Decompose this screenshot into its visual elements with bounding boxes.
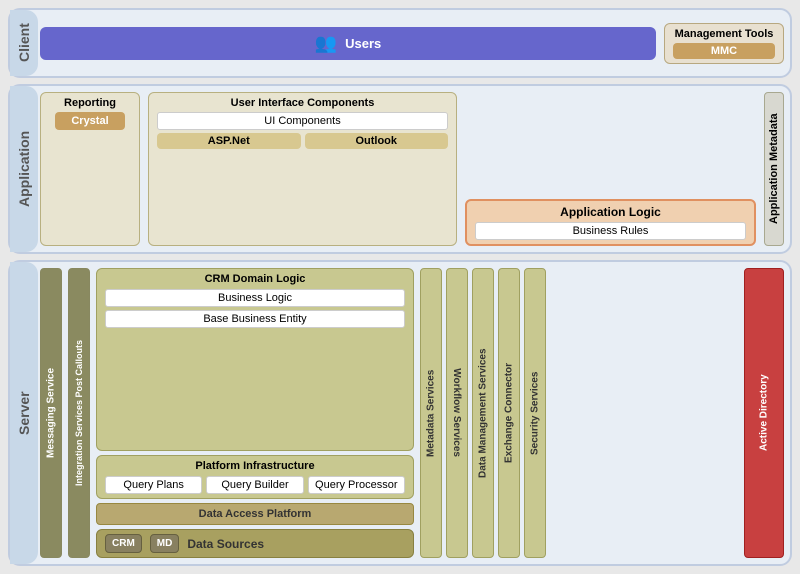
server-main: CRM Domain Logic Business Logic Base Bus… <box>96 268 414 558</box>
business-logic-row: Business Logic <box>105 289 405 307</box>
server-label: Server <box>10 262 38 564</box>
client-inner: 👥 Users Management Tools MMC <box>40 16 784 70</box>
data-access-box: Data Access Platform <box>96 503 414 525</box>
ui-components-box: User Interface Components UI Components … <box>148 92 457 246</box>
crm-domain-title: CRM Domain Logic <box>105 273 405 285</box>
users-label: Users <box>345 36 381 51</box>
integration-services: Integration Services Post Callouts <box>68 268 90 558</box>
application-label: Application <box>10 86 38 252</box>
workflow-services: Workflow Services <box>446 268 468 558</box>
reporting-title: Reporting <box>64 97 116 109</box>
app-logic-outer: Application Logic Business Rules <box>465 92 756 246</box>
query-processor: Query Processor <box>308 476 405 494</box>
platform-row: Query Plans Query Builder Query Processo… <box>105 476 405 494</box>
messaging-service: Messaging Service <box>40 268 62 558</box>
users-box: 👥 Users <box>40 27 656 60</box>
server-section: Server Messaging Service Integration Ser… <box>8 260 792 566</box>
app-metadata: Application Metadata <box>764 92 784 246</box>
ui-split-row: ASP.Net Outlook <box>157 133 448 149</box>
main-container: Client 👥 Users Management Tools MMC Appl… <box>0 0 800 574</box>
ui-components-row: UI Components <box>157 112 448 130</box>
ui-components-title: User Interface Components <box>157 97 448 109</box>
exchange-connector: Exchange Connector <box>498 268 520 558</box>
data-management-services: Data Management Services <box>472 268 494 558</box>
crystal-button[interactable]: Crystal <box>55 112 124 130</box>
users-icon: 👥 <box>315 33 337 54</box>
asp-net-label: ASP.Net <box>157 133 301 149</box>
platform-box: Platform Infrastructure Query Plans Quer… <box>96 455 414 499</box>
client-label: Client <box>10 10 38 76</box>
reporting-box: Reporting Crystal <box>40 92 140 246</box>
application-section: Application Reporting Crystal User Inter… <box>8 84 792 254</box>
md-badge: MD <box>150 534 180 553</box>
base-business-row: Base Business Entity <box>105 310 405 328</box>
outlook-label: Outlook <box>305 133 449 149</box>
crm-badge: CRM <box>105 534 142 553</box>
query-plans: Query Plans <box>105 476 202 494</box>
platform-title: Platform Infrastructure <box>105 460 405 472</box>
app-logic-box: Application Logic Business Rules <box>465 199 756 246</box>
management-tools-box: Management Tools MMC <box>664 23 784 64</box>
data-sources-box: CRM MD Data Sources <box>96 529 414 558</box>
management-tools-title: Management Tools <box>673 28 775 40</box>
right-verts: Metadata Services Workflow Services Data… <box>420 268 738 558</box>
metadata-services: Metadata Services <box>420 268 442 558</box>
crm-domain-box: CRM Domain Logic Business Logic Base Bus… <box>96 268 414 451</box>
client-section: Client 👥 Users Management Tools MMC <box>8 8 792 78</box>
app-logic-title: Application Logic <box>475 205 746 219</box>
query-builder: Query Builder <box>206 476 303 494</box>
data-sources-label: Data Sources <box>187 537 264 551</box>
active-directory: Active Directory <box>744 268 784 558</box>
app-inner: Reporting Crystal User Interface Compone… <box>40 92 784 246</box>
server-inner: Messaging Service Integration Services P… <box>40 268 784 558</box>
workflow-label: Workflow Services <box>452 369 463 458</box>
business-rules: Business Rules <box>475 222 746 240</box>
mmc-label: MMC <box>673 43 775 59</box>
security-services: Security Services <box>524 268 546 558</box>
